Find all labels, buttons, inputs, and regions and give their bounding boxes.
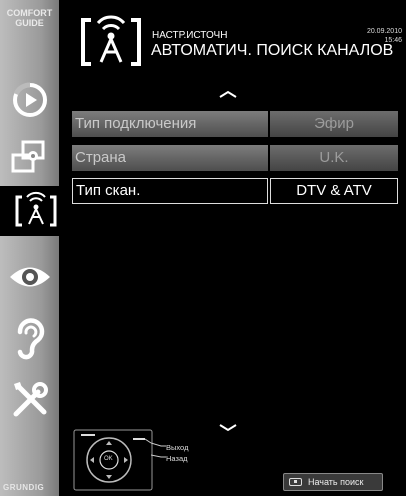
ear-icon	[17, 318, 44, 360]
menu-row-label: Тип подключения	[72, 111, 268, 137]
header-subtitle: НАСТР.ИСТОЧН	[152, 30, 228, 41]
sidebar-item-playback[interactable]	[0, 75, 59, 125]
page-title: АВТОМАТИЧ. ПОИСК КАНАЛОВ	[151, 42, 394, 59]
menu-row-scan-type[interactable]: Тип скан. DTV & ATV	[72, 178, 398, 204]
scroll-down-icon[interactable]	[219, 424, 237, 432]
eye-icon	[9, 267, 50, 287]
comfort-guide-label: COMFORT GUIDE	[6, 8, 53, 28]
sidebar-item-antenna[interactable]	[0, 186, 72, 236]
date-text: 20.09.2010	[366, 28, 402, 35]
menu-row-label: Страна	[72, 145, 268, 171]
back-label: Назад	[166, 454, 188, 463]
antenna-icon	[15, 191, 57, 227]
date-time: 20.09.2010 15:46	[367, 27, 402, 45]
menu-row-country[interactable]: Страна U.K.	[72, 145, 398, 171]
sidebar-item-picture[interactable]	[0, 252, 59, 302]
playback-icon	[12, 82, 47, 117]
menu-row-connection-type[interactable]: Тип подключения Эфир	[72, 111, 398, 137]
remote-control-icon	[73, 429, 153, 491]
sidebar-item-sound[interactable]	[0, 313, 59, 363]
tools-icon	[13, 382, 48, 417]
start-search-button[interactable]: Начать поиск	[283, 473, 383, 491]
source-icon	[11, 140, 44, 173]
scroll-up-icon[interactable]	[219, 90, 237, 98]
menu-row-label: Тип скан.	[72, 178, 268, 204]
exit-label: Выход	[166, 443, 189, 452]
sidebar-item-settings[interactable]	[0, 375, 59, 425]
menu-row-value: U.K.	[270, 145, 398, 171]
red-button-icon	[289, 478, 302, 486]
menu-row-value: DTV & ATV	[270, 178, 398, 204]
grundig-logo: GRUNDIG	[3, 483, 45, 492]
sidebar-item-source[interactable]	[0, 132, 59, 182]
antenna-header-icon	[81, 15, 141, 66]
time-text: 15:46	[384, 37, 402, 44]
start-search-label: Начать поиск	[308, 477, 364, 487]
ok-label: OK	[104, 456, 113, 462]
menu-row-value: Эфир	[270, 111, 398, 137]
sidebar: COMFORT GUIDE GRUNDIG	[0, 0, 72, 496]
